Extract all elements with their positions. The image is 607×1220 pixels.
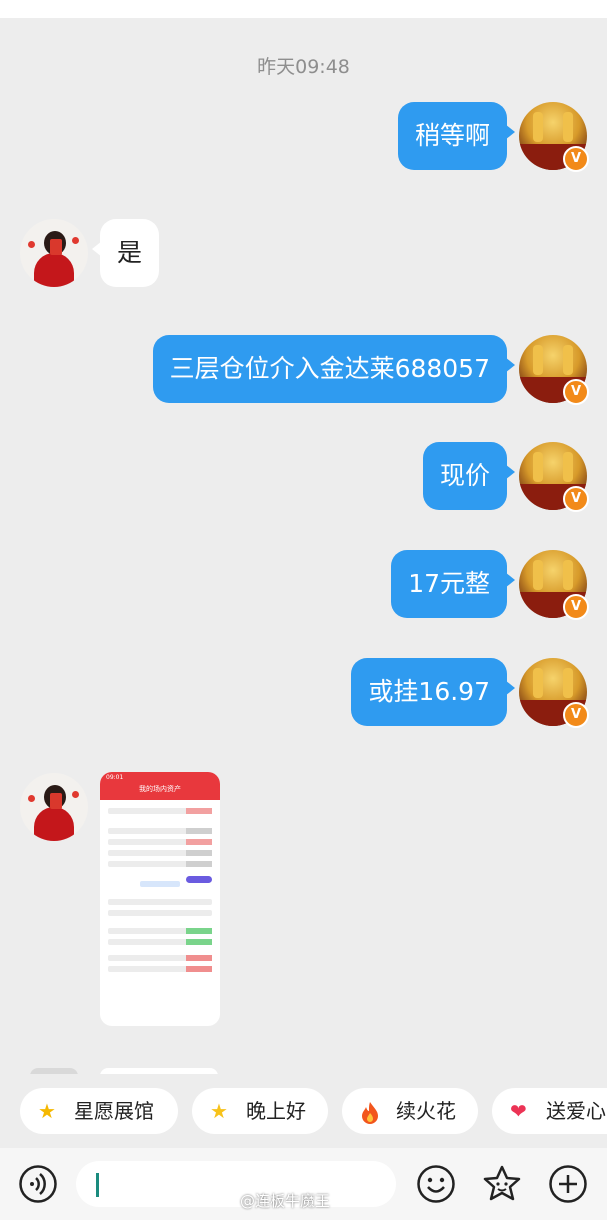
verified-badge-icon: V xyxy=(563,379,589,405)
watermark: @连板牛魔王 xyxy=(240,1192,331,1210)
screenshot-header: 09:01 我的场内资产 xyxy=(100,772,220,800)
incoming-message-bubble[interactable]: 是 xyxy=(91,219,160,287)
image-message-screenshot[interactable]: 09:01 我的场内资产 xyxy=(100,772,220,1026)
quick-reply-chip[interactable]: ★ 星愿展馆 xyxy=(20,1088,178,1134)
outgoing-message-bubble[interactable]: 现价 xyxy=(422,442,516,510)
sticker-button[interactable] xyxy=(482,1164,522,1204)
verified-badge-icon: V xyxy=(563,486,589,512)
text-caret xyxy=(96,1173,99,1197)
message-timestamp: 昨天09:48 xyxy=(257,56,350,78)
my-avatar[interactable]: V xyxy=(519,658,589,728)
voice-icon xyxy=(19,1165,57,1203)
verified-badge-icon: V xyxy=(563,702,589,728)
heart-icon: ❤ xyxy=(510,1099,527,1123)
quick-reply-bar: ★ 星愿展馆 ★ 晚上好 续火花 ❤ 送爱心 xyxy=(0,1074,607,1148)
outgoing-message-bubble[interactable]: 或挂16.97 xyxy=(351,658,515,726)
quick-reply-chip[interactable]: 续火花 xyxy=(342,1088,478,1134)
quick-reply-chip[interactable]: ★ 晚上好 xyxy=(192,1088,328,1134)
message-input[interactable] xyxy=(76,1161,396,1207)
status-bar-strip xyxy=(0,0,607,18)
emoji-button[interactable] xyxy=(416,1164,456,1204)
my-avatar[interactable]: V xyxy=(519,442,589,512)
contact-avatar[interactable] xyxy=(20,219,88,287)
my-avatar[interactable]: V xyxy=(519,550,589,620)
contact-avatar[interactable] xyxy=(20,773,88,841)
verified-badge-icon: V xyxy=(563,594,589,620)
star-icon: ★ xyxy=(38,1099,56,1123)
star-face-icon xyxy=(483,1165,521,1201)
more-options-button[interactable] xyxy=(548,1164,588,1204)
verified-badge-icon: V xyxy=(563,146,589,172)
quick-reply-chip[interactable]: ❤ 送爱心 xyxy=(492,1088,607,1134)
outgoing-message-bubble[interactable]: 三层仓位介入金达莱688057 xyxy=(152,335,516,403)
fire-icon xyxy=(360,1088,380,1134)
sparkle-star-icon: ★ xyxy=(210,1099,228,1123)
voice-input-button[interactable] xyxy=(18,1164,58,1204)
outgoing-message-bubble[interactable]: 稍等啊 xyxy=(397,102,516,170)
outgoing-message-bubble[interactable]: 17元整 xyxy=(391,550,515,618)
plus-icon xyxy=(549,1165,587,1203)
my-avatar[interactable]: V xyxy=(519,102,589,172)
emoji-icon xyxy=(417,1165,455,1203)
my-avatar[interactable]: V xyxy=(519,335,589,405)
